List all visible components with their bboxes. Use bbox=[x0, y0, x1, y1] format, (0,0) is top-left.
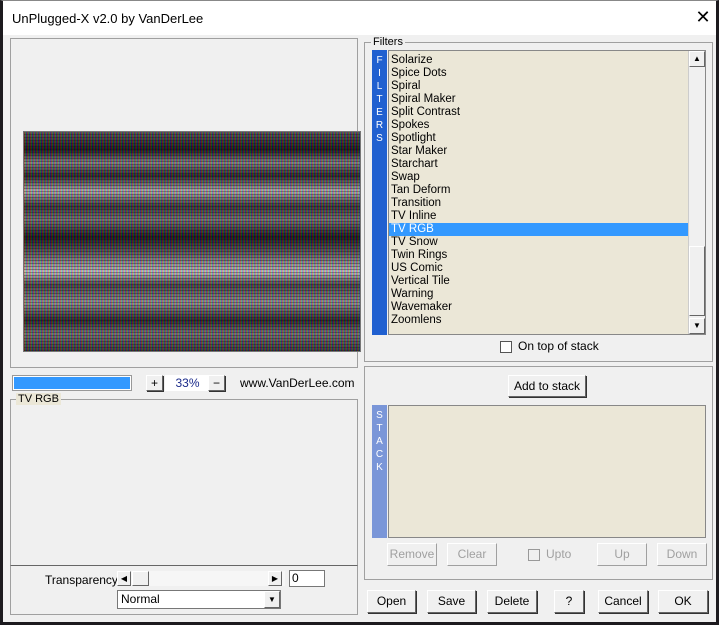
blend-mode-value: Normal bbox=[121, 592, 160, 606]
plugin-window: UnPlugged-X v2.0 by VanDerLee ✕ + 33% − … bbox=[0, 0, 719, 625]
upto-label: Upto bbox=[546, 547, 572, 561]
blend-mode-select[interactable]: Normal ▼ bbox=[117, 590, 281, 609]
filter-item[interactable]: Spiral bbox=[389, 80, 688, 93]
filter-item[interactable]: TV RGB bbox=[389, 223, 688, 236]
preview-panel bbox=[10, 38, 361, 368]
zoom-in-button[interactable]: + bbox=[146, 375, 163, 391]
window-title: UnPlugged-X v2.0 by VanDerLee bbox=[12, 11, 204, 26]
filters-list[interactable]: Solarize Spice Dots Spiral Spiral Maker Spli… bbox=[388, 50, 706, 335]
side-letter: L bbox=[376, 81, 383, 92]
filter-item[interactable]: Tan Deform bbox=[389, 184, 688, 197]
filter-item[interactable]: Wavemaker bbox=[389, 301, 688, 314]
side-letter: F bbox=[376, 55, 383, 66]
slider-thumb[interactable] bbox=[132, 571, 149, 586]
progress-bar bbox=[12, 375, 132, 391]
filter-item[interactable]: Star Maker bbox=[389, 145, 688, 158]
transparency-input[interactable]: 0 bbox=[289, 570, 325, 587]
filters-group-title: Filters bbox=[371, 36, 405, 48]
filters-scrollbar[interactable]: ▲ ▼ bbox=[688, 51, 705, 334]
cancel-button[interactable]: Cancel bbox=[598, 590, 648, 613]
checkbox-box[interactable] bbox=[528, 548, 540, 561]
filter-item[interactable]: Solarize bbox=[389, 54, 688, 67]
website-link[interactable]: www.VanDerLee.com bbox=[240, 376, 355, 390]
side-letter: E bbox=[376, 107, 383, 118]
filter-item[interactable]: Spice Dots bbox=[389, 67, 688, 80]
filter-item[interactable]: Spiral Maker bbox=[389, 93, 688, 106]
side-letter: S bbox=[376, 410, 383, 421]
filter-item[interactable]: Twin Rings bbox=[389, 249, 688, 262]
scroll-thumb[interactable] bbox=[689, 246, 705, 316]
side-letter: C bbox=[375, 449, 384, 460]
settings-group-title: TV RGB bbox=[16, 393, 61, 405]
zoom-out-button[interactable]: − bbox=[208, 375, 225, 391]
stack-list[interactable] bbox=[388, 405, 706, 538]
filter-item[interactable]: US Comic bbox=[389, 262, 688, 275]
filter-item[interactable]: Starchart bbox=[389, 158, 688, 171]
transparency-label: Transparency bbox=[45, 573, 118, 587]
down-button[interactable]: Down bbox=[657, 543, 707, 566]
filters-side-label: FILTERS bbox=[372, 50, 387, 335]
filter-item[interactable]: Zoomlens bbox=[389, 314, 688, 327]
settings-group bbox=[10, 399, 358, 567]
delete-button[interactable]: Delete bbox=[487, 590, 537, 613]
save-button[interactable]: Save bbox=[427, 590, 476, 613]
side-letter: I bbox=[378, 68, 381, 79]
scroll-up-icon[interactable]: ▲ bbox=[689, 51, 705, 67]
checkbox-box[interactable] bbox=[500, 340, 512, 353]
scroll-down-icon[interactable]: ▼ bbox=[689, 318, 705, 334]
zoom-level: 33% bbox=[165, 375, 210, 391]
preview-image[interactable] bbox=[23, 131, 361, 352]
filter-item[interactable]: Spokes bbox=[389, 119, 688, 132]
on-top-label: On top of stack bbox=[518, 339, 599, 353]
help-button[interactable]: ? bbox=[554, 590, 584, 613]
filter-item[interactable]: Warning bbox=[389, 288, 688, 301]
filter-item[interactable]: Vertical Tile bbox=[389, 275, 688, 288]
add-to-stack-button[interactable]: Add to stack bbox=[508, 375, 586, 397]
transparency-slider[interactable]: ◀ ▶ bbox=[117, 571, 285, 586]
filter-item[interactable]: Split Contrast bbox=[389, 106, 688, 119]
side-letter: R bbox=[375, 120, 384, 131]
close-icon[interactable]: ✕ bbox=[693, 7, 713, 28]
up-button[interactable]: Up bbox=[597, 543, 647, 566]
title-bar: UnPlugged-X v2.0 by VanDerLee ✕ bbox=[3, 1, 716, 35]
remove-button[interactable]: Remove bbox=[387, 543, 437, 566]
side-letter: A bbox=[376, 436, 383, 447]
side-letter: T bbox=[376, 423, 383, 434]
filter-item[interactable]: Transition bbox=[389, 197, 688, 210]
upto-checkbox[interactable]: Upto bbox=[528, 547, 571, 561]
filter-item[interactable]: Swap bbox=[389, 171, 688, 184]
slider-right-arrow-icon[interactable]: ▶ bbox=[268, 571, 282, 586]
filter-item[interactable]: TV Snow bbox=[389, 236, 688, 249]
filter-item[interactable]: Spotlight bbox=[389, 132, 688, 145]
clear-button[interactable]: Clear bbox=[447, 543, 497, 566]
ok-button[interactable]: OK bbox=[658, 590, 708, 613]
on-top-checkbox[interactable]: On top of stack bbox=[500, 339, 599, 353]
stack-side-label: STACK bbox=[372, 405, 387, 538]
side-letter: S bbox=[376, 133, 383, 144]
slider-left-arrow-icon[interactable]: ◀ bbox=[117, 571, 131, 586]
chevron-down-icon[interactable]: ▼ bbox=[264, 591, 280, 608]
open-button[interactable]: Open bbox=[367, 590, 416, 613]
progress-fill bbox=[14, 377, 130, 389]
side-letter: K bbox=[376, 462, 383, 473]
filter-item[interactable]: TV Inline bbox=[389, 210, 688, 223]
side-letter: T bbox=[376, 94, 383, 105]
